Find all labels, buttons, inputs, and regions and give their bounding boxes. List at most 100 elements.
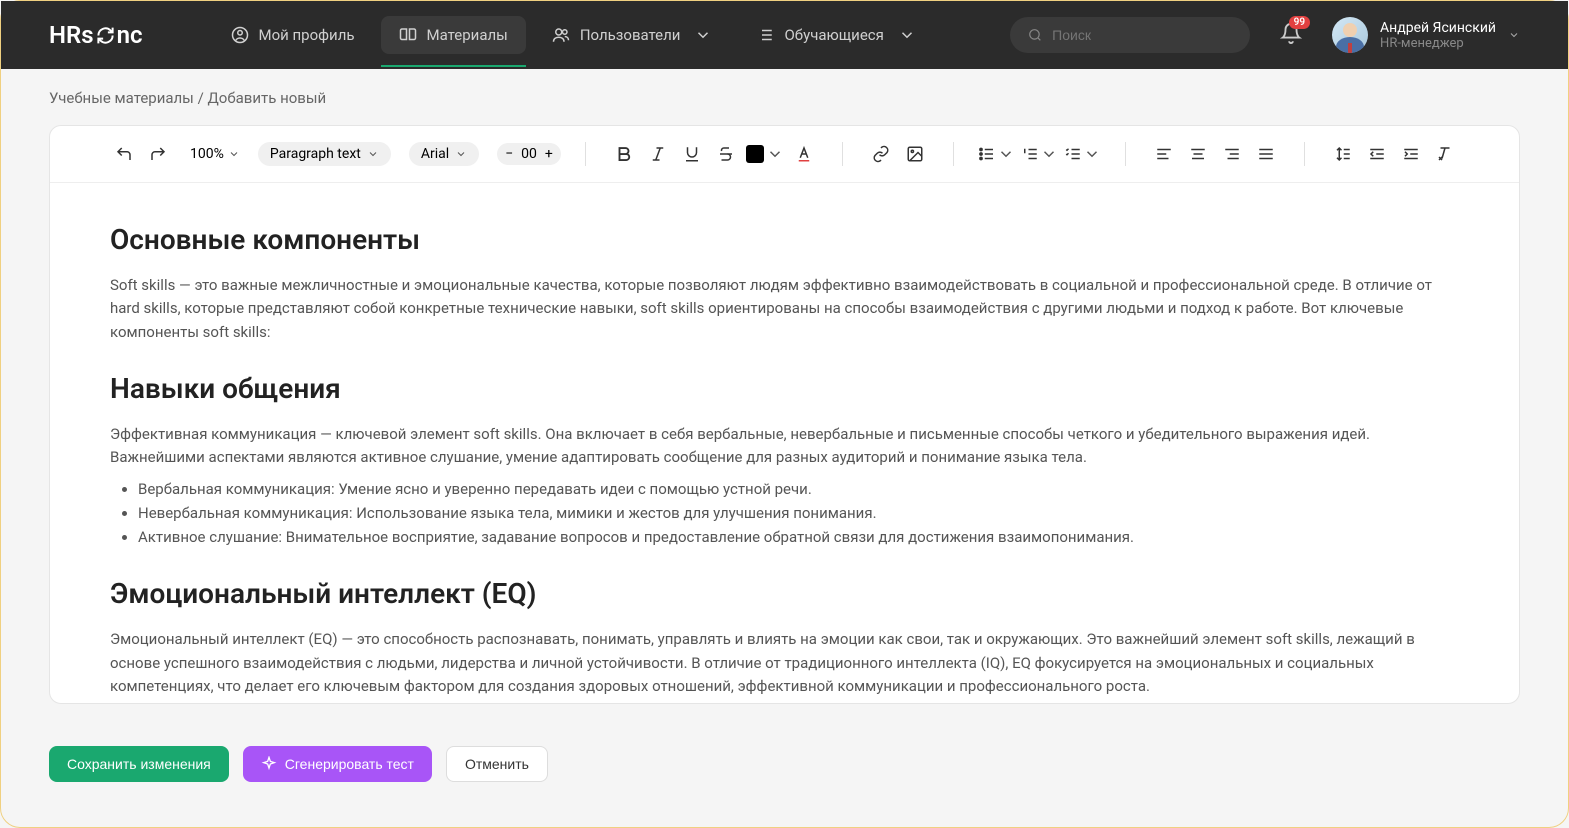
undo-button[interactable] xyxy=(110,140,138,168)
para-style-value: Paragraph text xyxy=(270,146,361,162)
users-icon xyxy=(552,26,570,44)
nav-materials[interactable]: Материалы xyxy=(381,16,526,54)
strike-button[interactable] xyxy=(712,140,740,168)
number-list-button[interactable] xyxy=(1021,140,1058,168)
breadcrumb-root[interactable]: Учебные материалы xyxy=(49,89,194,107)
align-justify-button[interactable] xyxy=(1252,140,1280,168)
chevron-down-icon xyxy=(898,26,916,44)
logo-text-a: HRs xyxy=(49,21,94,49)
caret-down-icon xyxy=(1040,145,1058,163)
bold-icon xyxy=(615,145,633,163)
sync-icon xyxy=(96,26,115,45)
indent-increase-button[interactable] xyxy=(1397,140,1425,168)
search-icon xyxy=(1028,27,1042,43)
nav-learners-label: Обучающиеся xyxy=(784,26,883,44)
list-item: Невербальная коммуникация: Использование… xyxy=(138,501,1459,525)
text-color-icon xyxy=(795,145,813,163)
number-list-icon xyxy=(1021,145,1039,163)
redo-button[interactable] xyxy=(144,140,172,168)
nav-profile-label: Мой профиль xyxy=(259,26,355,44)
list-item: Активное слушание: Внимательное восприят… xyxy=(138,525,1459,549)
image-button[interactable] xyxy=(901,140,929,168)
align-left-icon xyxy=(1155,145,1173,163)
font-size-stepper[interactable]: − 00 + xyxy=(497,143,561,165)
caret-down-icon xyxy=(228,148,240,160)
indent-decrease-icon xyxy=(1368,145,1386,163)
align-center-icon xyxy=(1189,145,1207,163)
bg-color-button[interactable] xyxy=(746,140,784,168)
bullet-list-icon xyxy=(978,145,996,163)
cancel-button[interactable]: Отменить xyxy=(446,746,548,782)
save-button-label: Сохранить изменения xyxy=(67,756,211,772)
increase-size-button[interactable]: + xyxy=(545,146,553,162)
font-value: Arial xyxy=(421,146,449,162)
user-name: Андрей Ясинский xyxy=(1380,20,1496,36)
editor-card: 100% Paragraph text Arial − 00 + xyxy=(49,125,1520,704)
caret-down-icon xyxy=(455,148,467,160)
zoom-select[interactable]: 100% xyxy=(190,146,240,162)
underline-icon xyxy=(683,145,701,163)
caret-down-icon xyxy=(1083,145,1101,163)
indent-increase-icon xyxy=(1402,145,1420,163)
image-icon xyxy=(906,145,924,163)
editor-body[interactable]: Основные компоненты Soft skills — это ва… xyxy=(50,183,1519,703)
generate-button-label: Сгенерировать тест xyxy=(285,756,414,772)
heading-1: Основные компоненты xyxy=(110,223,1459,256)
notifications-button[interactable]: 99 xyxy=(1280,22,1302,48)
nav-users[interactable]: Пользователи xyxy=(534,16,731,54)
zoom-value: 100% xyxy=(190,146,224,162)
underline-button[interactable] xyxy=(678,140,706,168)
color-swatch-icon xyxy=(746,145,764,163)
align-right-button[interactable] xyxy=(1218,140,1246,168)
line-spacing-button[interactable] xyxy=(1329,140,1357,168)
font-select[interactable]: Arial xyxy=(409,142,479,166)
bullet-list-button[interactable] xyxy=(978,140,1015,168)
breadcrumb-current: Добавить новый xyxy=(207,89,326,107)
nav-users-label: Пользователи xyxy=(580,26,681,44)
user-menu[interactable]: Андрей Ясинский HR-менеджер xyxy=(1332,17,1520,53)
generate-test-button[interactable]: Сгенерировать тест xyxy=(243,746,432,782)
heading-2: Навыки общения xyxy=(110,372,1459,405)
breadcrumb: Учебные материалы / Добавить новый xyxy=(49,89,1520,107)
caret-down-icon xyxy=(997,145,1015,163)
strike-icon xyxy=(717,145,735,163)
link-button[interactable] xyxy=(867,140,895,168)
align-right-icon xyxy=(1223,145,1241,163)
user-info: Андрей Ясинский HR-менеджер xyxy=(1380,20,1496,51)
heading-3: Эмоциональный интеллект (EQ) xyxy=(110,577,1459,610)
nav-learners[interactable]: Обучающиеся xyxy=(738,16,933,54)
para-style-select[interactable]: Paragraph text xyxy=(258,142,391,166)
checklist-icon xyxy=(1064,145,1082,163)
text-color-button[interactable] xyxy=(790,140,818,168)
align-left-button[interactable] xyxy=(1150,140,1178,168)
checklist-button[interactable] xyxy=(1064,140,1101,168)
undo-icon xyxy=(115,145,133,163)
nav: Мой профиль Материалы Пользователи Обуча… xyxy=(213,16,934,54)
paragraph-2: Эффективная коммуникация — ключевой элем… xyxy=(110,423,1459,470)
list-1: Вербальная коммуникация: Умение ясно и у… xyxy=(138,477,1459,549)
align-center-button[interactable] xyxy=(1184,140,1212,168)
logo[interactable]: HRsnc xyxy=(49,21,143,49)
nav-materials-label: Материалы xyxy=(427,26,508,44)
decrease-size-button[interactable]: − xyxy=(505,146,513,162)
clear-format-button[interactable] xyxy=(1431,140,1459,168)
bold-button[interactable] xyxy=(610,140,638,168)
clear-format-icon xyxy=(1436,145,1454,163)
line-spacing-icon xyxy=(1334,145,1352,163)
search-box[interactable] xyxy=(1010,17,1250,53)
user-icon xyxy=(231,26,249,44)
footer-buttons: Сохранить изменения Сгенерировать тест О… xyxy=(1,724,1568,804)
header: HRsnc Мой профиль Материалы Пользователи… xyxy=(1,1,1568,69)
nav-profile[interactable]: Мой профиль xyxy=(213,16,373,54)
search-input[interactable] xyxy=(1052,27,1232,43)
italic-button[interactable] xyxy=(644,140,672,168)
chevron-down-icon xyxy=(694,26,712,44)
main: Учебные материалы / Добавить новый 100% … xyxy=(1,69,1568,724)
avatar xyxy=(1332,17,1368,53)
indent-decrease-button[interactable] xyxy=(1363,140,1391,168)
align-justify-icon xyxy=(1257,145,1275,163)
chevron-down-icon xyxy=(1508,29,1520,41)
caret-down-icon xyxy=(367,148,379,160)
user-role: HR-менеджер xyxy=(1380,36,1496,51)
save-button[interactable]: Сохранить изменения xyxy=(49,746,229,782)
